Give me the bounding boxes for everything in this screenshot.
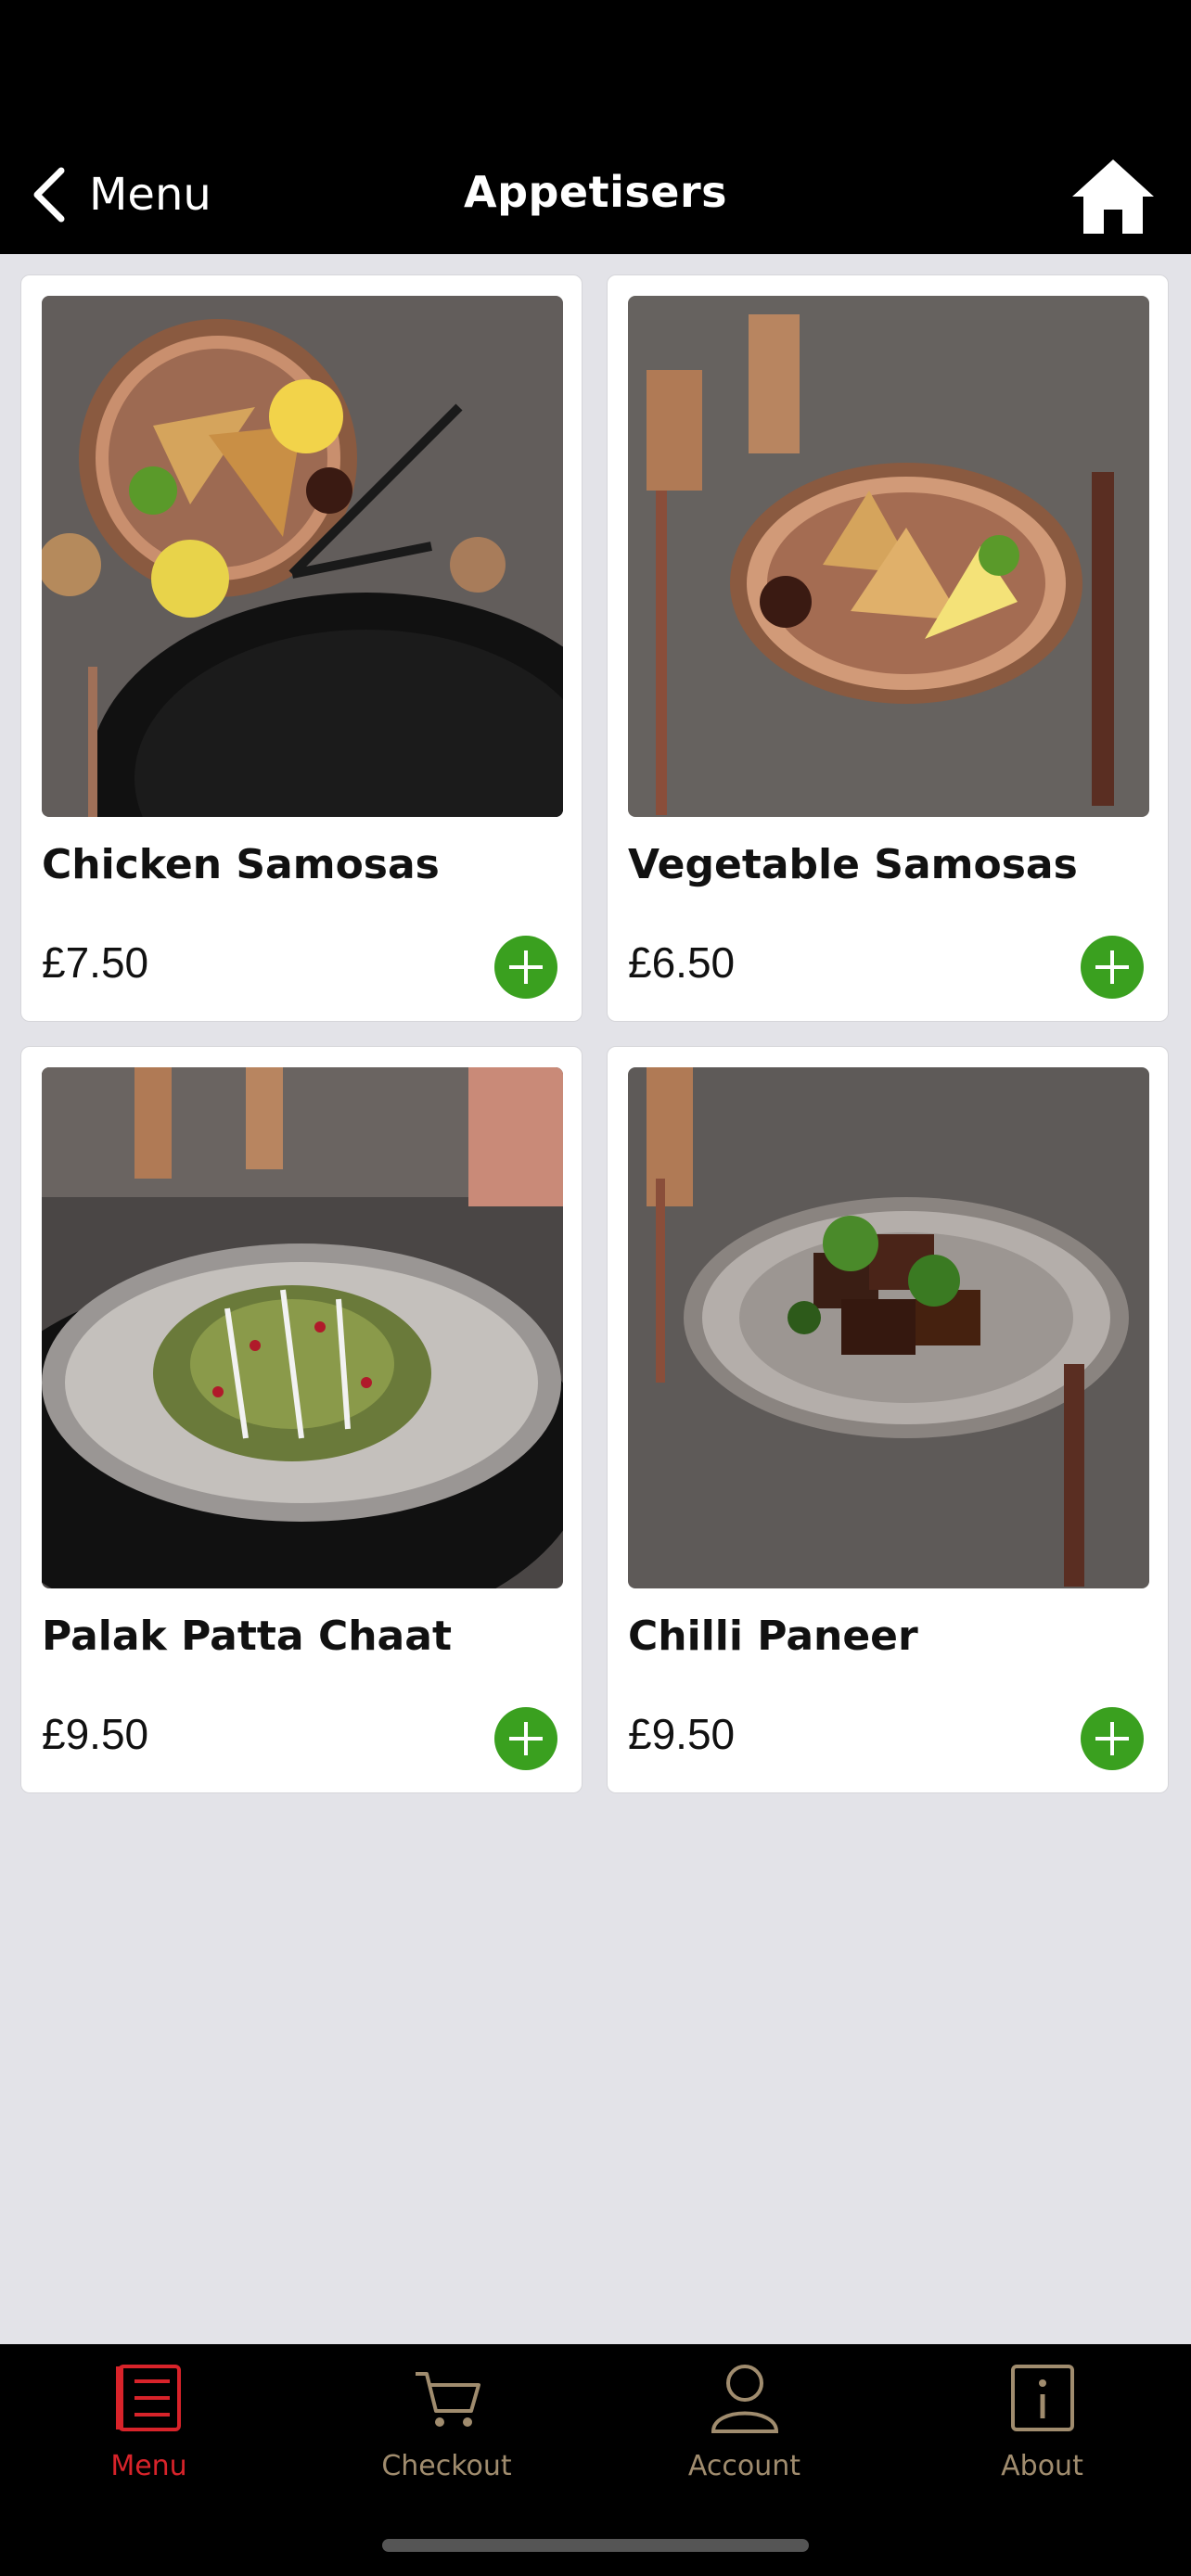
- tab-label: Menu: [110, 2450, 187, 2482]
- tab-about[interactable]: About: [893, 2344, 1191, 2511]
- product-card-vegetable-samosas[interactable]: Vegetable Samosas £6.50: [607, 274, 1169, 1022]
- tab-label: About: [1001, 2450, 1083, 2482]
- tab-label: Checkout: [381, 2450, 512, 2482]
- cart-icon: [415, 2372, 480, 2427]
- product-image: [628, 1067, 1149, 1588]
- home-icon[interactable]: [1069, 152, 1158, 241]
- menu-list-icon: [115, 2365, 181, 2431]
- product-price: £6.50: [628, 938, 736, 987]
- product-price: £9.50: [42, 1710, 149, 1758]
- add-to-cart-button[interactable]: [494, 936, 557, 999]
- product-image: [628, 296, 1149, 817]
- product-image: [42, 296, 563, 817]
- user-icon: [711, 2365, 778, 2433]
- info-icon: [1010, 2365, 1074, 2431]
- tab-label: Account: [687, 2450, 801, 2482]
- product-card-chicken-samosas[interactable]: Chicken Samosas £7.50: [20, 274, 583, 1022]
- tab-menu[interactable]: Menu: [0, 2344, 298, 2511]
- status-bar: [0, 0, 1191, 139]
- product-card-chilli-paneer[interactable]: Chilli Paneer £9.50: [607, 1046, 1169, 1793]
- product-name: Palak Patta Chaat: [42, 1613, 452, 1660]
- product-name: Chilli Paneer: [628, 1613, 918, 1660]
- add-to-cart-button[interactable]: [1081, 936, 1144, 999]
- tab-account[interactable]: Account: [596, 2344, 893, 2511]
- product-price: £9.50: [628, 1710, 736, 1758]
- navigation-bar: Menu Appetisers: [0, 139, 1191, 254]
- add-to-cart-button[interactable]: [494, 1707, 557, 1770]
- home-indicator: [382, 2539, 809, 2552]
- product-card-palak-patta-chaat[interactable]: Palak Patta Chaat £9.50: [20, 1046, 583, 1793]
- product-image: [42, 1067, 563, 1588]
- product-name: Chicken Samosas: [42, 841, 440, 888]
- tab-checkout[interactable]: Checkout: [298, 2344, 596, 2511]
- product-price: £7.50: [42, 938, 149, 987]
- add-to-cart-button[interactable]: [1081, 1707, 1144, 1770]
- product-name: Vegetable Samosas: [628, 841, 1078, 888]
- page-title: Appetisers: [463, 167, 728, 217]
